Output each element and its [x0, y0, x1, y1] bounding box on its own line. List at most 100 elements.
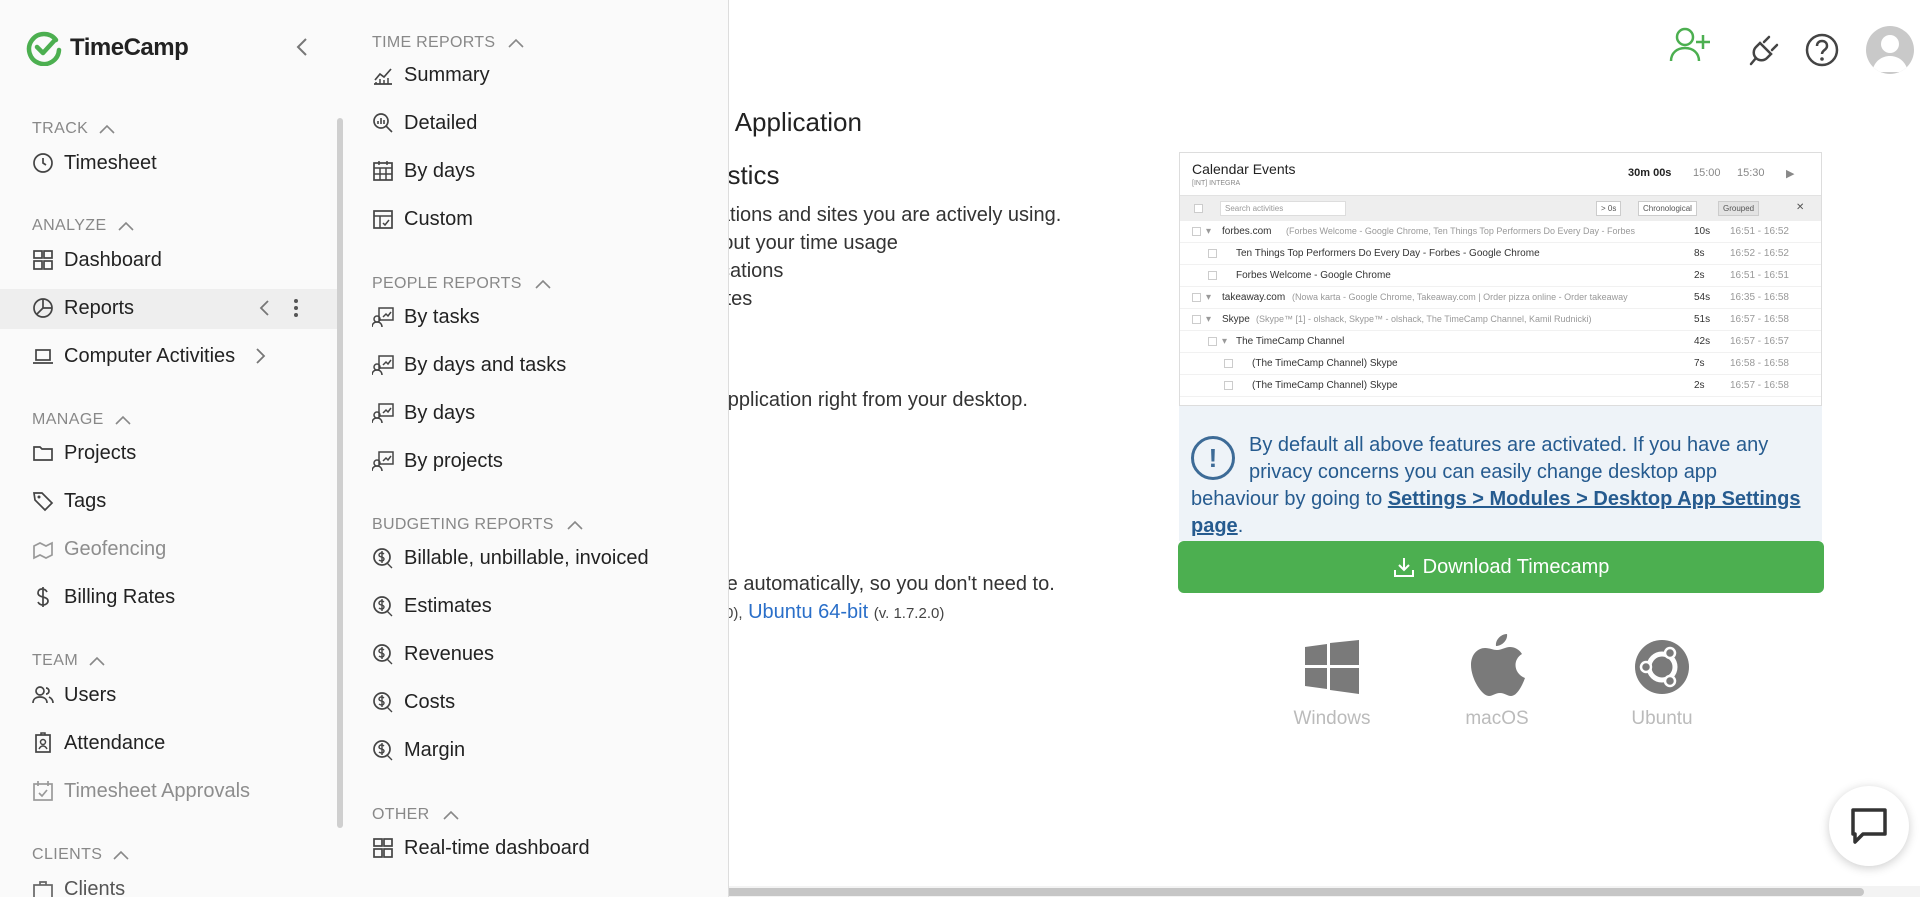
sidebar-item-clients[interactable]: Clients — [32, 874, 125, 897]
sidebar-item-reports[interactable]: Reports — [32, 293, 134, 323]
os-label: Ubuntu — [1631, 708, 1693, 729]
section-label: TEAM — [32, 652, 79, 669]
preview-row-name: takeaway.com — [1222, 292, 1286, 303]
tag-icon — [32, 490, 54, 512]
folder-icon — [32, 442, 54, 464]
sidebar-item-billing-rates[interactable]: Billing Rates — [32, 582, 175, 612]
chevron-left-icon[interactable] — [258, 298, 272, 323]
sidebar-item-tags[interactable]: Tags — [32, 486, 106, 516]
invite-user-icon[interactable] — [1669, 26, 1717, 74]
report-label: Billable, unbillable, invoiced — [404, 546, 649, 569]
sidebar-item-attendance[interactable]: Attendance — [32, 728, 165, 758]
section-people-reports[interactable]: PEOPLE REPORTS — [372, 275, 552, 293]
preview-subtitle: [INT] INTEGRA — [1192, 180, 1241, 187]
report-label: By days and tasks — [404, 353, 567, 376]
timecamp-logo[interactable]: TimeCamp — [26, 30, 189, 66]
report-costs[interactable]: Costs — [372, 687, 455, 717]
pie-chart-icon — [32, 297, 54, 319]
sidebar-item-timesheet-approvals[interactable]: Timesheet Approvals — [32, 776, 250, 806]
os-ubuntu[interactable]: Ubuntu — [1602, 632, 1722, 730]
report-estimates[interactable]: Estimates — [372, 591, 492, 621]
windows-icon — [1272, 632, 1392, 702]
money-search-icon — [372, 643, 394, 665]
report-custom[interactable]: Custom — [372, 204, 473, 234]
download-timecamp-button[interactable]: Download Timecamp — [1178, 541, 1824, 593]
logo-text: TimeCamp — [70, 34, 189, 61]
download-links: 7.2.0), Ubuntu 64-bit (v. 1.7.2.0) — [700, 601, 944, 624]
report-label: Costs — [404, 690, 456, 713]
more-vertical-icon[interactable] — [293, 298, 299, 323]
section-time-reports[interactable]: TIME REPORTS — [372, 34, 525, 52]
chevron-up-icon — [89, 656, 105, 666]
section-label: MANAGE — [32, 411, 104, 428]
help-icon[interactable] — [1798, 26, 1846, 74]
section-clients[interactable]: CLIENTS — [32, 846, 130, 864]
report-people-by-projects[interactable]: By projects — [372, 446, 503, 476]
sidebar-item-label: Clients — [64, 877, 126, 897]
integrations-plug-icon[interactable] — [1741, 26, 1789, 74]
exclamation-icon: ! — [1191, 436, 1235, 480]
preview-row-dur: 51s — [1694, 314, 1711, 325]
report-summary[interactable]: Summary — [372, 60, 490, 90]
people-chart-icon — [372, 450, 394, 472]
laptop-icon — [32, 345, 54, 367]
report-revenues[interactable]: Revenues — [372, 639, 494, 669]
section-other[interactable]: OTHER — [372, 806, 460, 824]
sidebar-item-label: Reports — [64, 296, 135, 319]
report-label: By days — [404, 159, 476, 182]
sidebar-item-timesheet[interactable]: Timesheet — [32, 148, 157, 178]
preview-row-name: Forbes Welcome - Google Chrome — [1236, 270, 1391, 281]
sidebar-item-geofencing[interactable]: Geofencing — [32, 534, 166, 564]
section-label: BUDGETING REPORTS — [372, 516, 554, 533]
report-by-days[interactable]: By days — [372, 156, 475, 186]
preview-row-range: 16:58 - 16:58 — [1730, 358, 1789, 369]
preview-start: 15:00 — [1693, 167, 1721, 179]
avatar[interactable] — [1866, 26, 1914, 74]
sidebar-item-users[interactable]: Users — [32, 680, 116, 710]
chevron-up-icon — [535, 279, 551, 289]
report-label: Detailed — [404, 111, 478, 134]
section-track[interactable]: TRACK — [32, 120, 116, 138]
dashboard-icon — [32, 249, 54, 271]
preview-row-dur: 7s — [1694, 358, 1705, 369]
preview-row-detail: (Forbes Welcome - Google Chrome, Ten Thi… — [1286, 226, 1635, 236]
section-analyze[interactable]: ANALYZE — [32, 217, 135, 235]
chevron-up-icon — [113, 850, 129, 860]
ubuntu-icon — [1602, 632, 1722, 702]
id-badge-icon — [32, 732, 54, 754]
report-people-by-tasks[interactable]: By tasks — [372, 302, 480, 332]
report-label: Margin — [404, 738, 466, 761]
preview-row-dur: 2s — [1694, 380, 1705, 391]
users-icon — [32, 684, 54, 706]
os-windows[interactable]: Windows — [1272, 632, 1392, 730]
preview-chronological: Chronological — [1638, 201, 1697, 216]
calendar-check-icon — [32, 780, 54, 802]
sidebar-item-dashboard[interactable]: Dashboard — [32, 245, 162, 275]
section-manage[interactable]: MANAGE — [32, 411, 132, 429]
chat-support-button[interactable] — [1829, 786, 1909, 866]
report-label: By projects — [404, 449, 503, 472]
preview-row-range: 16:57 - 16:57 — [1730, 336, 1789, 347]
report-billable[interactable]: Billable, unbillable, invoiced — [372, 543, 649, 573]
chevron-up-icon — [508, 38, 524, 48]
report-people-by-days-and-tasks[interactable]: By days and tasks — [372, 350, 566, 380]
report-people-by-days[interactable]: By days — [372, 398, 475, 428]
os-macos[interactable]: macOS — [1437, 632, 1557, 730]
report-label: By days — [404, 401, 476, 424]
report-real-time-dashboard[interactable]: Real-time dashboard — [372, 833, 590, 863]
preview-row-dur: 54s — [1694, 292, 1711, 303]
report-label: Real-time dashboard — [404, 836, 590, 859]
collapse-sidebar-icon[interactable] — [294, 36, 310, 63]
sidebar-item-computer-activities[interactable]: Computer Activities — [32, 341, 267, 371]
report-detailed[interactable]: Detailed — [372, 108, 477, 138]
sidebar-item-label: Attendance — [64, 731, 166, 754]
privacy-info-box: ! By default all above features are acti… — [1179, 406, 1822, 541]
chevron-right-icon — [256, 348, 266, 364]
sidebar-item-projects[interactable]: Projects — [32, 438, 136, 468]
section-budgeting-reports[interactable]: BUDGETING REPORTS — [372, 516, 584, 534]
section-team[interactable]: TEAM — [32, 652, 106, 670]
report-margin[interactable]: Margin — [372, 735, 465, 765]
auto-line: time automatically, so you don't need to… — [700, 573, 1055, 595]
info-suffix: . — [1237, 515, 1244, 537]
ubuntu-download-link[interactable]: Ubuntu 64-bit — [748, 601, 868, 623]
